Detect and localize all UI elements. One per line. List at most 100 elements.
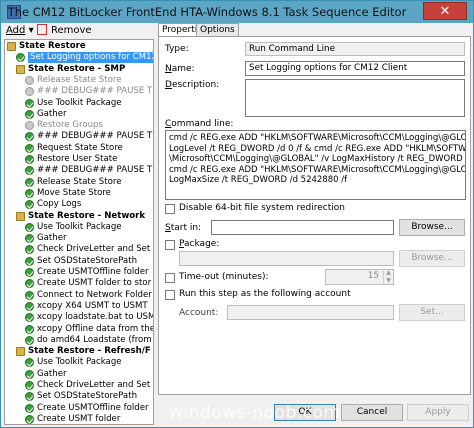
disable-redirection-checkbox[interactable] [165, 204, 175, 214]
toolbar: Add ▾ Remove [1, 23, 156, 39]
tree-item-label: ### DEBUG### PAUSE T [37, 165, 153, 176]
tree-item-label: ### DEBUG### PAUSE T [37, 131, 153, 142]
check-icon [25, 403, 34, 413]
chevron-down-icon: ▾ [28, 25, 34, 36]
check-icon [25, 369, 34, 379]
task-sequence-editor-window: The CM12 BitLocker FrontEnd HTA-Windows … [0, 0, 474, 428]
type-value: Run Command Line [245, 42, 465, 56]
start-in-field[interactable] [211, 220, 394, 235]
timeout-checkbox[interactable] [165, 273, 175, 283]
set-account-button: Set... [399, 304, 465, 321]
tree-item-label: State Restore - Refresh/F [28, 346, 151, 357]
name-label: Name: [165, 64, 195, 74]
tree-item-label: State Restore [19, 41, 86, 51]
tab-options[interactable]: Options [196, 23, 239, 37]
check-icon [25, 414, 34, 424]
check-icon [25, 279, 34, 289]
disable-redirection-label: Disable 64-bit file system redirection [179, 203, 345, 213]
tree-item-label: State Restore - Network [28, 210, 146, 221]
command-line-label: Command line: [165, 119, 234, 129]
check-icon [25, 143, 34, 153]
tree-item-label: Set OSDStateStorePath [37, 391, 138, 402]
tree-item-label: xcopy loadstate.bat to USM [37, 312, 154, 323]
window-title: The CM12 BitLocker FrontEnd HTA-Windows … [7, 5, 407, 19]
tree-item-label: Move State Store [37, 187, 111, 198]
command-line-text: LogMaxSize /t REG_DWORD /d 5242880 /f [169, 175, 348, 185]
tree-item-label: Request State Store [37, 142, 123, 153]
check-icon [25, 222, 34, 232]
tree-item-label: Set OSDStateStorePath [37, 255, 138, 266]
tree-item-label: Release State Store [37, 74, 122, 85]
start-in-browse-button[interactable]: Browse... [399, 219, 465, 236]
timeout-spinner: ▲ ▼ [383, 269, 393, 285]
check-icon [25, 392, 34, 402]
command-line-text: cmd /c REG.exe ADD "HKLM\SOFTWARE\Micros… [169, 164, 466, 175]
check-icon [25, 301, 34, 311]
command-line-text: LogLevel /t REG_DWORD /d 0 /f & cmd /c R… [169, 143, 466, 154]
add-label: Add [6, 25, 26, 36]
folder-icon [16, 64, 25, 74]
check-icon [25, 109, 34, 119]
check-icon [25, 358, 34, 368]
package-checkbox[interactable] [165, 240, 175, 250]
check-icon [25, 132, 34, 142]
package-label: Package: [179, 239, 220, 249]
remove-button[interactable]: Remove [51, 25, 92, 36]
tree-item-label: Copy Logs [37, 199, 82, 210]
tree-item-label: ### DEBUG### PAUSE T [37, 86, 153, 97]
tree-item-label: Use Toolkit Package [37, 221, 122, 232]
command-line-field[interactable]: cmd /c REG.exe ADD "HKLM\SOFTWARE\Micros… [165, 130, 466, 200]
tree-item-label: Release State Store [37, 176, 122, 187]
task-sequence-tree[interactable]: State Restore Set Logging options for CM1… [4, 39, 154, 425]
timeout-label: Time-out (minutes): [179, 272, 269, 282]
tree-item-label: State Restore - SMP [28, 63, 126, 74]
type-label: Type: [165, 44, 189, 54]
check-icon [25, 290, 34, 300]
account-label: Account: [179, 308, 219, 318]
check-icon [25, 256, 34, 266]
folder-icon [7, 42, 16, 51]
run-as-label: Run this step as the following account [179, 289, 351, 299]
tree-item-label: xcopy X64 USMT to USMT [37, 300, 148, 311]
disabled-step-icon [25, 75, 34, 85]
package-browse-button: Browse... [399, 250, 465, 267]
tree-item-label: Create USMTOffline folder [37, 402, 149, 413]
description-field[interactable] [245, 79, 465, 117]
remove-icon [37, 24, 47, 35]
folder-icon [16, 211, 25, 221]
disabled-step-icon [25, 121, 34, 131]
tree-item-label: Set Logging options for CM12 Client [28, 52, 153, 64]
tree-item-label: Restore Groups [37, 120, 103, 131]
close-button[interactable]: ✕ [423, 2, 467, 20]
check-icon [25, 245, 34, 255]
description-label: Description: [165, 80, 220, 90]
tree-item-label: Use Toolkit Package [37, 357, 122, 368]
check-icon [25, 268, 34, 277]
tree-item-label: Use Toolkit Package [37, 97, 122, 108]
tree-item-label: Restore User State [37, 154, 118, 164]
check-icon [25, 234, 34, 244]
tree-item-label: Gather [37, 233, 67, 244]
check-icon [25, 177, 34, 187]
add-menu-button[interactable]: Add ▾ [6, 25, 34, 36]
package-field [179, 251, 394, 266]
tree-item-label: do amd64 Loadstate (from s [37, 334, 154, 345]
command-line-text: cmd /c REG.exe ADD "HKLM\SOFTWARE\Micros… [169, 133, 466, 143]
properties-panel: Type: Run Command Line Name: Set Logging… [158, 36, 471, 395]
apply-button: Apply [407, 404, 469, 421]
tree-item-label: xcopy Offline data from the [37, 323, 154, 334]
check-icon [25, 166, 34, 176]
cancel-button[interactable]: Cancel [341, 404, 403, 421]
title-bar[interactable]: The CM12 BitLocker FrontEnd HTA-Windows … [1, 1, 473, 23]
watermark: windows-noob.com [169, 403, 341, 423]
check-icon [25, 335, 34, 345]
tree-item-label: Check DriveLetter and Set [37, 244, 151, 255]
check-icon [25, 313, 34, 323]
check-icon [25, 200, 34, 210]
disabled-step-icon [25, 87, 34, 97]
tree-item-label: Create USMT folder [37, 413, 121, 424]
name-field[interactable]: Set Logging options for CM12 Client [245, 61, 465, 76]
command-line-text: \Microsoft\CCM\Logging\@GLOBAL" /v LogMa… [169, 154, 465, 164]
tree-item-label: Check DriveLetter and Set [37, 380, 151, 390]
run-as-checkbox[interactable] [165, 290, 175, 300]
